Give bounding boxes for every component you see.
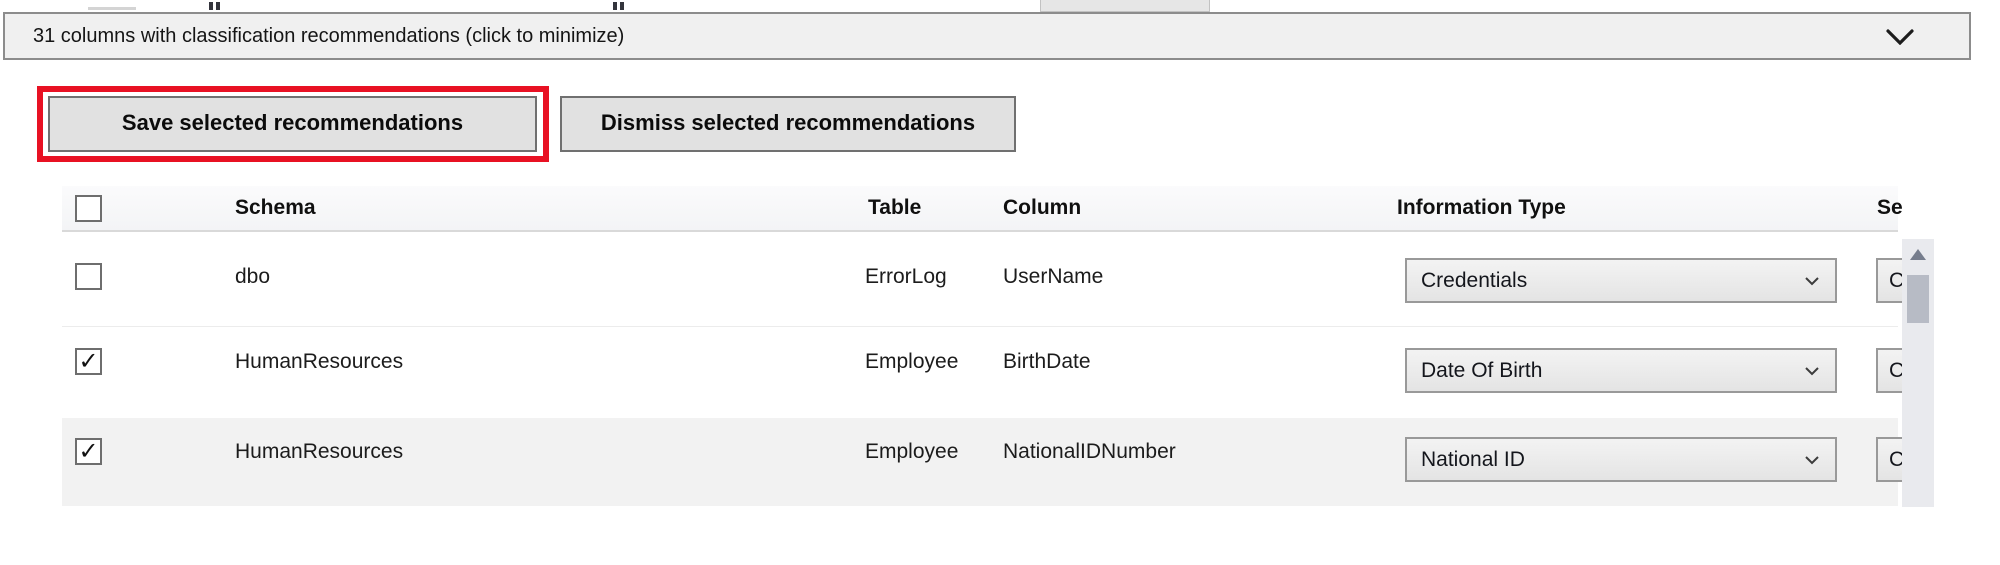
- combo-value: National ID: [1421, 439, 1525, 480]
- table-cell: Employee: [865, 348, 958, 376]
- sensitivity-label-select[interactable]: C: [1876, 348, 1902, 393]
- cropped-ui-fragment: [216, 2, 220, 10]
- sensitivity-label-select[interactable]: C: [1876, 258, 1902, 303]
- combo-value: Date Of Birth: [1421, 350, 1542, 391]
- table-row: ✓ HumanResources Employee NationalIDNumb…: [62, 418, 1898, 506]
- table-row: ✓ dbo ErrorLog UserName Credentials C: [62, 232, 1898, 326]
- scroll-up-icon[interactable]: [1910, 249, 1926, 260]
- table-cell: Employee: [865, 438, 958, 466]
- checkmark-icon: ✓: [77, 440, 100, 463]
- cropped-ui-fragment: [209, 2, 213, 10]
- cropped-ui-fragment: [1040, 0, 1210, 12]
- header-sensitivity-label-truncated: Se: [1877, 186, 1903, 230]
- save-recommendations-button[interactable]: Save selected recommendations: [48, 96, 537, 152]
- chevron-down-icon: [1805, 367, 1819, 376]
- cropped-ui-fragment: [613, 2, 617, 10]
- table-row: ✓ HumanResources Employee BirthDate Date…: [62, 326, 1898, 418]
- cropped-ui-fragment: [620, 2, 624, 10]
- sensitivity-label-select[interactable]: C: [1876, 437, 1902, 482]
- combo-value: C: [1889, 439, 1902, 480]
- header-information-type: Information Type: [1397, 186, 1566, 230]
- schema-cell: HumanResources: [235, 348, 403, 376]
- header-schema: Schema: [235, 186, 316, 230]
- row-checkbox[interactable]: ✓: [75, 348, 102, 375]
- recommendations-banner[interactable]: 31 columns with classification recommend…: [3, 12, 1971, 60]
- banner-title: 31 columns with classification recommend…: [33, 14, 624, 58]
- column-cell: UserName: [1003, 263, 1103, 291]
- dismiss-recommendations-button[interactable]: Dismiss selected recommendations: [560, 96, 1016, 152]
- information-type-select[interactable]: Credentials: [1405, 258, 1837, 303]
- scrollbar-thumb[interactable]: [1907, 275, 1929, 323]
- row-checkbox[interactable]: ✓: [75, 263, 102, 290]
- schema-cell: HumanResources: [235, 438, 403, 466]
- chevron-down-icon: [1886, 29, 1914, 45]
- chevron-down-icon: [1805, 277, 1819, 286]
- information-type-select[interactable]: National ID: [1405, 437, 1837, 482]
- combo-value: Credentials: [1421, 260, 1527, 301]
- cropped-ui-fragment: [88, 7, 136, 10]
- table-cell: ErrorLog: [865, 263, 947, 291]
- checkmark-icon: ✓: [77, 350, 100, 373]
- combo-value: C: [1889, 260, 1902, 301]
- combo-value: C: [1889, 350, 1902, 391]
- select-all-checkbox[interactable]: ✓: [75, 195, 102, 222]
- row-checkbox[interactable]: ✓: [75, 438, 102, 465]
- column-cell: BirthDate: [1003, 348, 1091, 376]
- schema-cell: dbo: [235, 263, 270, 291]
- information-type-select[interactable]: Date Of Birth: [1405, 348, 1837, 393]
- chevron-down-icon: [1805, 456, 1819, 465]
- data-classification-panel: 31 columns with classification recommend…: [0, 0, 2000, 565]
- table-header: ✓ Schema Table Column Information Type S…: [62, 186, 1898, 232]
- header-column: Column: [1003, 186, 1081, 230]
- column-cell: NationalIDNumber: [1003, 438, 1176, 466]
- header-table: Table: [868, 186, 921, 230]
- vertical-scrollbar[interactable]: [1902, 239, 1934, 507]
